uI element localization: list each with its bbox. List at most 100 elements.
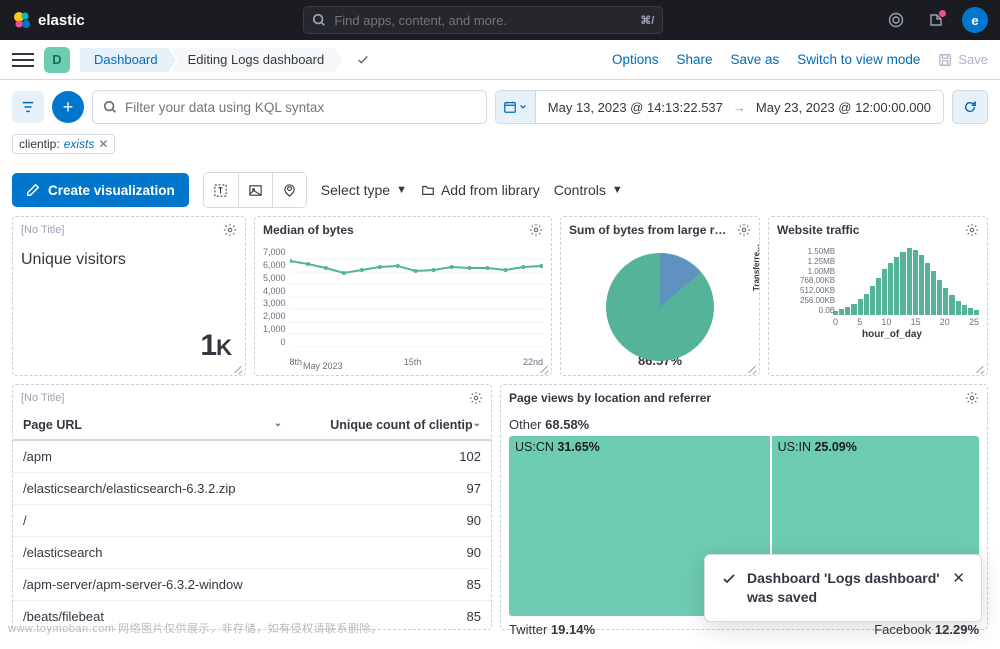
gear-icon[interactable] (737, 223, 751, 237)
add-map-button[interactable] (272, 173, 306, 207)
table-row[interactable]: /apm-server/apm-server-6.3.2-window85 (13, 569, 491, 601)
panel-website-traffic[interactable]: Website traffic Transferre… 1.50MB1.25MB… (768, 216, 988, 376)
table-row[interactable]: /apm102 (13, 440, 491, 473)
resize-handle[interactable] (539, 363, 549, 373)
top-right-icons: e (882, 6, 988, 34)
kql-input-field[interactable] (125, 100, 476, 115)
chevron-down-icon: ⌄ (274, 418, 282, 429)
save-button-disabled: Save (938, 52, 988, 67)
create-visualization-button[interactable]: Create visualization (12, 173, 189, 207)
gear-icon[interactable] (965, 223, 979, 237)
brand-name: elastic (38, 12, 85, 29)
metric-value: 1K (200, 329, 231, 363)
toast-text: Dashboard 'Logs dashboard' was saved (747, 569, 942, 607)
resize-handle[interactable] (233, 363, 243, 373)
options-link[interactable]: Options (612, 52, 659, 67)
toast-notification: Dashboard 'Logs dashboard' was saved ✕ (704, 554, 982, 622)
y-axis-label: Transferre… (752, 244, 761, 291)
pie-chart (600, 247, 720, 367)
gear-icon[interactable] (469, 391, 483, 405)
global-search-wrap: ⌘/ (97, 6, 870, 34)
user-avatar[interactable]: e (962, 7, 988, 33)
resize-handle[interactable] (975, 363, 985, 373)
notification-dot (939, 10, 946, 17)
date-range-display[interactable]: May 13, 2023 @ 14:13:22.537 → May 23, 20… (536, 91, 943, 123)
gear-icon[interactable] (529, 223, 543, 237)
panel-title: Website traffic (777, 223, 959, 237)
brand-logo[interactable]: elastic (12, 10, 85, 30)
search-shortcut: ⌘/ (640, 14, 654, 27)
filter-options-button[interactable] (12, 91, 44, 123)
kql-query-input[interactable] (92, 90, 487, 124)
treemap-other-label: Other 68.58% (509, 415, 979, 436)
filter-bar: clientip: exists ✕ (0, 134, 1000, 164)
resize-handle[interactable] (747, 363, 757, 373)
panel-unique-visitors[interactable]: [No Title] Unique visitors 1K (12, 216, 246, 376)
editor-toolbar: Create visualization Select type▼ Add fr… (0, 164, 1000, 216)
search-icon (312, 13, 326, 27)
pencil-icon (26, 183, 40, 197)
header-actions: Options Share Save as Switch to view mod… (612, 52, 988, 67)
panel-title: Page views by location and referrer (509, 391, 959, 405)
arrow-right-icon: → (733, 100, 746, 115)
table-row[interactable]: /elasticsearch/elasticsearch-6.3.2.zip97 (13, 473, 491, 505)
save-icon (938, 53, 952, 67)
folder-icon (421, 183, 435, 197)
x-axis-ticks: 0510152025 (805, 317, 979, 327)
x-axis-ticks: 8th15th22nd (290, 357, 543, 367)
close-icon[interactable]: ✕ (98, 137, 108, 151)
breadcrumb-dashboard[interactable]: Dashboard (80, 48, 168, 72)
controls-dropdown[interactable]: Controls▼ (554, 182, 623, 198)
y-axis-ticks: 1.50MB1.25MB1.00MB768.00KB512.00KB256.00… (800, 247, 835, 315)
newsfeed-icon[interactable] (922, 6, 950, 34)
panel-title: Sum of bytes from large reques… (569, 223, 731, 237)
table-row[interactable]: /90 (13, 505, 491, 537)
x-axis-label: hour_of_day (805, 329, 979, 340)
panel-sum-bytes[interactable]: Sum of bytes from large reques… Below 10… (560, 216, 760, 376)
query-bar: + May 13, 2023 @ 14:13:22.537 → May 23, … (0, 80, 1000, 134)
global-search-input[interactable] (334, 13, 632, 28)
histogram: 1.50MB1.25MB1.00MB768.00KB512.00KB256.00… (805, 247, 979, 315)
col-clientip-count[interactable]: Unique count of clientip ⌄ (292, 411, 491, 440)
col-page-url[interactable]: Page URL⌄ (13, 411, 292, 440)
date-to: May 23, 2023 @ 12:00:00.000 (756, 100, 931, 115)
line-chart: 7,0006,0005,0004,0003,0002,0001,0000 8th… (263, 247, 543, 347)
refresh-button[interactable] (952, 90, 988, 124)
check-icon (721, 571, 737, 587)
gear-icon[interactable] (965, 391, 979, 405)
y-axis-ticks: 7,0006,0005,0004,0003,0002,0001,0000 (263, 247, 290, 347)
dashboard-grid-row-1: [No Title] Unique visitors 1K Median of … (0, 216, 1000, 376)
global-top-bar: elastic ⌘/ e (0, 0, 1000, 40)
date-from: May 13, 2023 @ 14:13:22.537 (548, 100, 723, 115)
chevron-down-icon: ⌄ (473, 418, 481, 429)
app-header: D Dashboard Editing Logs dashboard Optio… (0, 40, 1000, 80)
help-icon[interactable] (882, 6, 910, 34)
panel-page-urls[interactable]: [No Title] Page URL⌄ Unique count of cli… (12, 384, 492, 630)
switch-view-link[interactable]: Switch to view mode (797, 52, 920, 67)
close-icon[interactable]: ✕ (952, 569, 965, 587)
breadcrumb-current: Editing Logs dashboard (174, 48, 335, 72)
panel-no-title: [No Title] (21, 224, 64, 236)
space-selector[interactable]: D (44, 47, 70, 73)
metric-label: Unique visitors (21, 251, 237, 269)
chevron-down-icon: ▼ (612, 184, 623, 196)
date-picker[interactable]: May 13, 2023 @ 14:13:22.537 → May 23, 20… (495, 90, 944, 124)
chevron-down-icon: ▼ (396, 184, 407, 196)
nav-toggle-icon[interactable] (12, 53, 34, 67)
table-row[interactable]: /elasticsearch90 (13, 537, 491, 569)
filter-pill-clientip[interactable]: clientip: exists ✕ (12, 134, 115, 154)
add-text-button[interactable] (204, 173, 238, 207)
add-from-library-button[interactable]: Add from library (421, 182, 540, 198)
elastic-logo-icon (12, 10, 32, 30)
search-icon (103, 100, 117, 114)
select-type-dropdown[interactable]: Select type▼ (321, 182, 407, 198)
panel-no-title: [No Title] (21, 392, 64, 404)
save-as-link[interactable]: Save as (731, 52, 780, 67)
share-link[interactable]: Share (676, 52, 712, 67)
gear-icon[interactable] (223, 223, 237, 237)
add-image-button[interactable] (238, 173, 272, 207)
global-search[interactable]: ⌘/ (303, 6, 663, 34)
calendar-icon[interactable] (496, 91, 536, 123)
add-filter-button[interactable]: + (52, 91, 84, 123)
panel-median-bytes[interactable]: Median of bytes 7,0006,0005,0004,0003,00… (254, 216, 552, 376)
